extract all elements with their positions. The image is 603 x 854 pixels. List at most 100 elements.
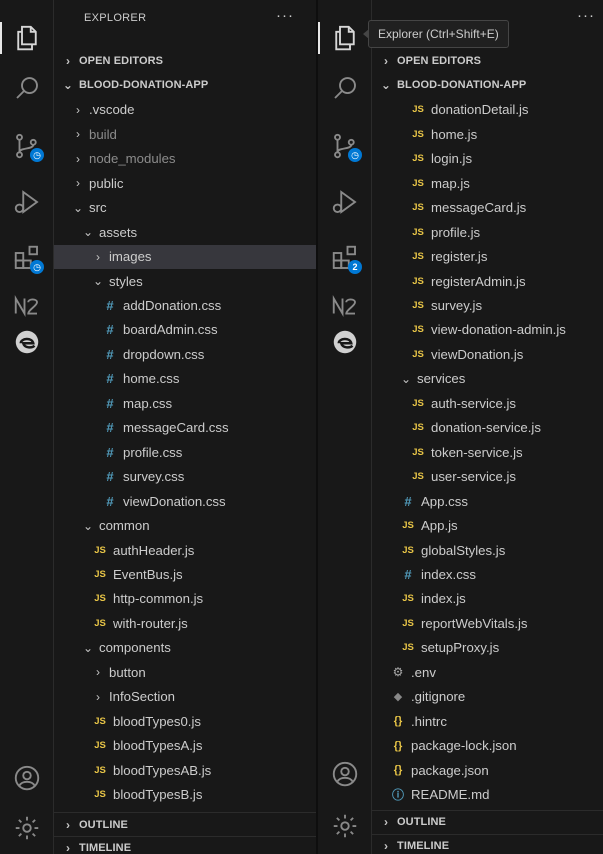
section-header[interactable]: ⌄ BLOOD-DONATION-APP bbox=[372, 73, 603, 97]
file-item[interactable]: # boardAdmin.css bbox=[54, 318, 316, 342]
file-item[interactable]: JS survey.js bbox=[372, 294, 603, 318]
section-header[interactable]: › OPEN EDITORS bbox=[54, 49, 316, 73]
folder-item[interactable]: › build bbox=[54, 122, 316, 146]
source-control-icon[interactable]: ◷ bbox=[0, 124, 53, 168]
file-item[interactable]: # messageCard.css bbox=[54, 416, 316, 440]
file-item[interactable]: JS http-common.js bbox=[54, 587, 316, 611]
settings-gear-icon[interactable] bbox=[318, 804, 371, 848]
file-item[interactable]: JS viewDonation.js bbox=[372, 342, 603, 366]
item-label: authHeader.js bbox=[113, 542, 195, 558]
more-actions-icon[interactable]: ··· bbox=[276, 7, 294, 24]
json-file-icon: {} bbox=[393, 764, 403, 777]
file-item[interactable]: {} package-lock.json bbox=[372, 734, 603, 758]
file-item[interactable]: JS view-donation-admin.js bbox=[372, 318, 603, 342]
search-icon[interactable] bbox=[0, 66, 53, 110]
source-control-icon[interactable]: ◷ bbox=[318, 124, 371, 168]
item-label: register.js bbox=[431, 249, 488, 265]
file-item[interactable]: JS auth-service.js bbox=[372, 391, 603, 415]
item-label: images bbox=[109, 249, 152, 265]
file-item[interactable]: # App.css bbox=[372, 489, 603, 513]
timeline-section[interactable]: › TIMELINE bbox=[372, 834, 603, 854]
file-item[interactable]: # dropdown.css bbox=[54, 342, 316, 366]
file-item[interactable]: JS registerAdmin.js bbox=[372, 269, 603, 293]
file-item[interactable]: # map.css bbox=[54, 391, 316, 415]
file-item[interactable]: JS with-router.js bbox=[54, 611, 316, 635]
outline-section[interactable]: › OUTLINE bbox=[372, 810, 603, 834]
file-item[interactable]: JS messageCard.js bbox=[372, 196, 603, 220]
folder-item[interactable]: ⌄ components bbox=[54, 636, 316, 660]
folder-item[interactable]: ⌄ src bbox=[54, 196, 316, 220]
account-icon[interactable] bbox=[0, 756, 53, 800]
chevron-down-icon: ⌄ bbox=[72, 200, 84, 215]
folder-item[interactable]: › .vscode bbox=[54, 98, 316, 122]
file-item[interactable]: # profile.css bbox=[54, 440, 316, 464]
extensions-icon[interactable]: ◷ bbox=[0, 236, 53, 280]
file-item[interactable]: JS map.js bbox=[372, 171, 603, 195]
file-item[interactable]: JS EventBus.js bbox=[54, 562, 316, 586]
file-item[interactable]: JS donationDetail.js bbox=[372, 98, 603, 122]
folder-item[interactable]: › node_modules bbox=[54, 147, 316, 171]
run-debug-icon[interactable] bbox=[0, 180, 53, 224]
item-label: home.css bbox=[123, 371, 180, 387]
folder-item[interactable]: ⌄ assets bbox=[54, 220, 316, 244]
search-icon[interactable] bbox=[318, 66, 371, 110]
section-header[interactable]: ⌄ BLOOD-DONATION-APP bbox=[54, 73, 316, 97]
section-header[interactable]: › OPEN EDITORS bbox=[372, 49, 603, 73]
run-debug-icon[interactable] bbox=[318, 180, 371, 224]
folder-item[interactable]: › images bbox=[54, 244, 316, 269]
js-file-icon: JS bbox=[94, 764, 106, 776]
outline-section[interactable]: › OUTLINE bbox=[54, 813, 316, 837]
file-item[interactable]: JS globalStyles.js bbox=[372, 538, 603, 562]
folder-item[interactable]: › button bbox=[54, 660, 316, 684]
file-item[interactable]: # survey.css bbox=[54, 465, 316, 489]
file-item[interactable]: # index.css bbox=[372, 562, 603, 586]
file-item[interactable]: JS reportWebVitals.js bbox=[372, 611, 603, 635]
file-item[interactable]: # home.css bbox=[54, 367, 316, 391]
explorer-icon[interactable] bbox=[0, 16, 53, 60]
explorer-sidebar: EXPLORER ··· › OPEN EDITORS ⌄ BLOOD-DONATIO… bbox=[54, 0, 316, 854]
extensions-icon[interactable]: 2 bbox=[318, 236, 371, 280]
file-item[interactable]: {} package.json bbox=[372, 758, 603, 782]
item-label: viewDonation.js bbox=[431, 346, 524, 362]
file-item[interactable]: JS profile.js bbox=[372, 220, 603, 244]
css-file-icon: # bbox=[106, 298, 114, 313]
file-item[interactable]: ⓘ README.md bbox=[372, 783, 603, 807]
account-icon[interactable] bbox=[318, 752, 371, 796]
folder-item[interactable]: ⌄ styles bbox=[54, 269, 316, 293]
more-actions-icon[interactable]: ··· bbox=[577, 7, 595, 24]
edge-icon[interactable] bbox=[0, 320, 53, 364]
folder-item[interactable]: ⌄ services bbox=[372, 367, 603, 391]
folder-item[interactable]: › public bbox=[54, 171, 316, 195]
js-file-icon: JS bbox=[412, 177, 424, 189]
folder-item[interactable]: ⌄ common bbox=[54, 514, 316, 538]
file-item[interactable]: JS user-service.js bbox=[372, 465, 603, 489]
file-item[interactable]: JS bloodTypesB.js bbox=[54, 783, 316, 807]
file-item[interactable]: JS setupProxy.js bbox=[372, 636, 603, 660]
item-label: .vscode bbox=[89, 102, 135, 118]
file-item[interactable]: # viewDonation.css bbox=[54, 489, 316, 513]
file-item[interactable]: ⚙ .env bbox=[372, 660, 603, 684]
file-item[interactable]: JS bloodTypes0.js bbox=[54, 709, 316, 733]
folder-item[interactable]: › InfoSection bbox=[54, 685, 316, 709]
left-window: ◷ ◷ EXPLORER ··· › OPEN EDITORS ⌄ BLOOD-DON… bbox=[0, 0, 316, 854]
file-item[interactable]: JS donation-service.js bbox=[372, 416, 603, 440]
settings-gear-icon[interactable] bbox=[0, 806, 53, 850]
item-label: bloodTypes0.js bbox=[113, 713, 201, 729]
file-item[interactable]: JS token-service.js bbox=[372, 440, 603, 464]
file-item[interactable]: JS App.js bbox=[372, 514, 603, 538]
file-item[interactable]: JS home.js bbox=[372, 122, 603, 146]
file-item[interactable]: JS index.js bbox=[372, 587, 603, 611]
item-label: common bbox=[99, 518, 150, 534]
file-item[interactable]: JS bloodTypesA.js bbox=[54, 734, 316, 758]
timeline-section[interactable]: › TIMELINE bbox=[54, 836, 316, 854]
file-item[interactable]: JS login.js bbox=[372, 147, 603, 171]
file-item[interactable]: JS register.js bbox=[372, 245, 603, 269]
file-item[interactable]: JS authHeader.js bbox=[54, 538, 316, 562]
file-item[interactable]: # addDonation.css bbox=[54, 294, 316, 318]
file-item[interactable]: ◆ .gitignore bbox=[372, 685, 603, 709]
edge-icon[interactable] bbox=[318, 320, 371, 364]
item-label: globalStyles.js bbox=[421, 542, 506, 558]
file-item[interactable]: {} .hintrc bbox=[372, 709, 603, 733]
file-item[interactable]: JS bloodTypesAB.js bbox=[54, 758, 316, 782]
js-file-icon: JS bbox=[412, 446, 424, 458]
